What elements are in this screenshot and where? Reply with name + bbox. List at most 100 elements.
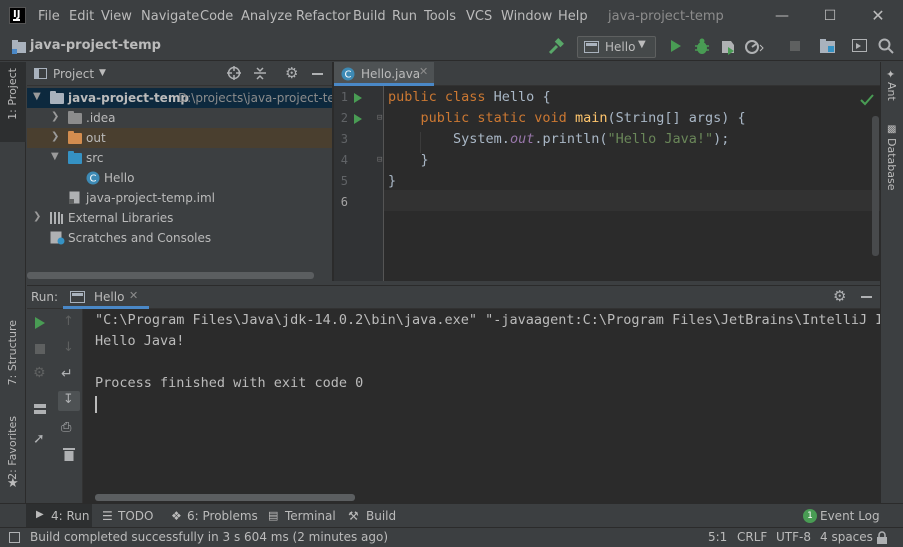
project-panel-title[interactable]: Project <box>53 67 94 81</box>
collapse-all-icon[interactable] <box>253 66 267 81</box>
editor-tab-hello-java[interactable]: C Hello.java ✕ <box>334 62 434 86</box>
database-tool-tab[interactable]: ▩ Database <box>881 122 903 192</box>
print-icon[interactable]: ⎙ <box>61 420 71 435</box>
chevron-down-icon[interactable]: ▼ <box>99 68 106 78</box>
locate-crosshair-icon[interactable] <box>227 66 242 81</box>
gear-icon[interactable]: ⚙ <box>833 287 846 305</box>
soft-wrap-icon[interactable]: ↵ <box>61 366 73 382</box>
tool-tab-problems[interactable]: ❖ 6: Problems <box>164 504 258 528</box>
tool-tab-problems-label: 6: Problems <box>187 509 258 523</box>
stop-icon[interactable] <box>35 344 45 354</box>
ant-tool-tab[interactable]: ✦ Ant <box>881 66 903 106</box>
menu-code[interactable]: Code <box>200 9 233 24</box>
project-tool-tab[interactable]: 1: Project <box>0 62 26 142</box>
pin-icon[interactable]: ➚ <box>33 431 45 447</box>
tree-item-external-libraries[interactable]: ❯ External Libraries <box>27 208 332 228</box>
editor-gutter: 1 2 3 4 5 6 ⊟ ⊟ <box>334 86 384 281</box>
ant-icon: ✦ <box>886 68 896 81</box>
horizontal-scrollbar[interactable] <box>95 494 355 501</box>
arrow-up-icon[interactable]: ↑ <box>63 314 74 329</box>
fold-icon[interactable]: ⊟ <box>377 113 382 123</box>
close-icon[interactable]: ✕ <box>858 4 898 28</box>
tree-item-iml[interactable]: java-project-temp.iml <box>27 188 332 208</box>
indent-setting[interactable]: 4 spaces <box>820 530 873 544</box>
inspection-ok-check-icon[interactable] <box>860 94 874 106</box>
menu-analyze[interactable]: Analyze <box>241 9 292 24</box>
tree-item-idea[interactable]: ❯ .idea <box>27 108 332 128</box>
run-panel-label: Run: <box>31 290 59 304</box>
run-tab-hello[interactable]: Hello ✕ <box>63 286 149 309</box>
code-token: "Hello Java!" <box>607 131 714 147</box>
tree-item-src[interactable]: ▼ src <box>27 148 332 168</box>
debug-bug-icon[interactable] <box>694 38 710 55</box>
menu-navigate[interactable]: Navigate <box>141 9 199 24</box>
menu-vcs[interactable]: VCS <box>466 9 492 24</box>
vertical-scrollbar[interactable] <box>872 116 879 256</box>
console-output[interactable]: "C:\Program Files\Java\jdk-14.0.2\bin\ja… <box>83 309 880 503</box>
menu-window[interactable]: Window <box>501 9 552 24</box>
tree-item-label: out <box>86 131 106 145</box>
scroll-to-end-toggle[interactable]: ↧ <box>58 391 80 411</box>
presentation-icon[interactable] <box>852 39 868 54</box>
menu-build[interactable]: Build <box>353 9 386 24</box>
rerun-icon[interactable] <box>35 317 45 329</box>
project-structure-icon[interactable] <box>820 39 836 54</box>
profile-icon[interactable] <box>744 38 766 56</box>
minimize-icon[interactable]: — <box>762 4 802 28</box>
java-class-icon: C <box>341 67 355 81</box>
run-configuration-select[interactable]: Hello ▼ <box>577 36 656 58</box>
trash-icon[interactable] <box>63 447 75 461</box>
favorites-tool-tab[interactable]: 2: Favorites ★ <box>0 412 26 496</box>
run-gutter-icon[interactable] <box>354 114 362 124</box>
menu-run[interactable]: Run <box>392 9 417 24</box>
menu-help[interactable]: Help <box>558 9 588 24</box>
menu-tools[interactable]: Tools <box>424 9 456 24</box>
folder-icon <box>68 111 82 124</box>
line-number: 1 <box>340 90 348 104</box>
build-hammer-icon[interactable] <box>547 38 565 56</box>
gear-icon[interactable]: ⚙ <box>285 64 298 82</box>
menu-refactor[interactable]: Refactor <box>296 9 351 24</box>
hide-panel-icon[interactable] <box>861 296 872 298</box>
lock-icon[interactable] <box>875 531 889 545</box>
tool-tab-event-log-label: Event Log <box>820 509 880 523</box>
restore-layout-icon[interactable]: ⚙ <box>33 365 46 381</box>
code-editor[interactable]: 1 2 3 4 5 6 ⊟ ⊟ public class Hello { pub… <box>334 86 880 281</box>
menu-view[interactable]: View <box>101 9 132 24</box>
tool-tab-event-log[interactable]: 1 Event Log <box>798 504 880 528</box>
run-gutter-icon[interactable] <box>354 93 362 103</box>
svg-text:C: C <box>345 70 352 81</box>
hide-panel-icon[interactable] <box>312 73 323 75</box>
tool-tab-build[interactable]: ⚒ Build <box>342 504 398 528</box>
file-encoding[interactable]: UTF-8 <box>776 530 811 544</box>
search-icon[interactable] <box>878 38 894 54</box>
tool-tab-run[interactable]: ▶ 4: Run <box>26 504 92 528</box>
tree-item-scratches[interactable]: Scratches and Consoles <box>27 228 332 248</box>
arrow-down-icon[interactable]: ↓ <box>63 340 74 355</box>
close-tab-icon[interactable]: ✕ <box>129 289 138 302</box>
horizontal-scrollbar[interactable] <box>27 272 314 279</box>
tree-item-out[interactable]: ❯ out <box>27 128 332 148</box>
run-config-icon <box>584 41 599 53</box>
maximize-icon[interactable]: ☐ <box>810 4 850 28</box>
tree-root-row[interactable]: ▼ java-project-temp D:\projects\java-pro… <box>27 88 332 108</box>
run-icon[interactable] <box>671 40 681 52</box>
stop-icon[interactable] <box>790 41 800 51</box>
tree-item-hello[interactable]: C Hello <box>27 168 332 188</box>
layout-icon[interactable] <box>34 404 46 414</box>
breadcrumb-project[interactable]: java-project-temp <box>30 38 161 53</box>
tool-windows-icon[interactable] <box>9 532 20 543</box>
tool-tab-terminal[interactable]: ▤ Terminal <box>262 504 336 528</box>
status-message[interactable]: Build completed successfully in 3 s 604 … <box>30 530 388 544</box>
run-with-coverage-icon[interactable] <box>719 38 737 56</box>
left-tool-stripe: 1: Project 7: Structure 2: Favorites ★ <box>0 62 26 503</box>
fold-icon[interactable]: ⊟ <box>377 155 382 165</box>
status-bar: Build completed successfully in 3 s 604 … <box>0 527 903 547</box>
menu-edit[interactable]: Edit <box>69 9 94 24</box>
menu-file[interactable]: File <box>38 9 60 24</box>
structure-tool-tab[interactable]: 7: Structure <box>0 312 26 396</box>
tool-tab-todo[interactable]: ☰ TODO <box>96 504 158 528</box>
line-separator[interactable]: CRLF <box>737 530 767 544</box>
caret-position[interactable]: 5:1 <box>708 530 727 544</box>
close-tab-icon[interactable]: ✕ <box>419 65 428 78</box>
